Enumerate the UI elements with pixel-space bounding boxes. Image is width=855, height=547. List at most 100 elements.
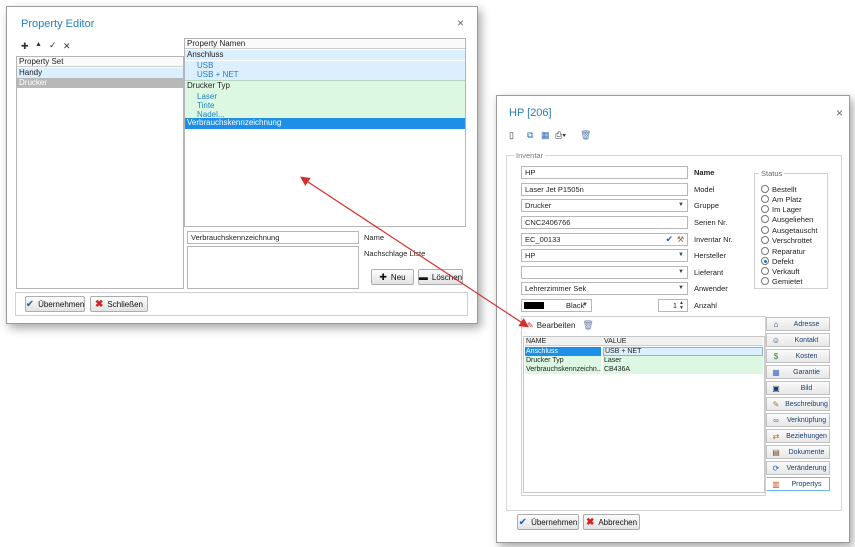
color-select[interactable]: Black ▼ <box>521 299 592 312</box>
tree-item[interactable]: USB + NET <box>185 70 465 80</box>
status-option[interactable]: Im Lager <box>761 204 802 214</box>
status-option[interactable]: Reparatur <box>761 246 805 256</box>
property-grid[interactable]: NAME VALUE Anschluss USB + NET Drucker T… <box>523 336 765 493</box>
status-option-label: Defekt <box>772 256 794 266</box>
cancel-button[interactable]: ✖ Abbrechen <box>583 514 640 530</box>
gruppe-value: Drucker <box>525 201 552 210</box>
list-item[interactable]: Handy <box>17 68 183 78</box>
anwender-select[interactable]: Lehrerzimmer Sek ▼ <box>521 282 688 295</box>
apply-button-label: Übernehmen <box>531 517 578 527</box>
print-icon[interactable]: ⎙▾ <box>555 130 566 141</box>
delete-button[interactable]: ▬ Löschen <box>418 269 463 285</box>
tab-veraenderung[interactable]: ⟳ Veränderung <box>766 461 830 475</box>
check-icon[interactable]: ✔ <box>665 234 673 245</box>
property-names-tree[interactable]: Property Namen Anschluss USB USB + NET D… <box>184 38 466 227</box>
grid-icon[interactable]: ▦ <box>541 130 550 141</box>
property-set-list[interactable]: Property Set Handy Drucker <box>16 56 184 289</box>
tab-label: Adresse <box>793 320 820 328</box>
up-arrow-icon[interactable]: ▲ <box>35 41 42 48</box>
grid-cell-value[interactable]: USB + NET <box>603 347 763 356</box>
table-row[interactable]: Drucker Typ Laser <box>525 356 763 365</box>
status-option-label: Bestellt <box>772 184 797 194</box>
remove-icon[interactable]: ✕ <box>63 41 71 52</box>
status-option[interactable]: Ausgeliehen <box>761 214 813 224</box>
tab-beziehungen[interactable]: ⇄ Beziehungen <box>766 429 830 443</box>
tab-adresse[interactable]: ⌂ Adresse <box>766 317 830 331</box>
suggest-list[interactable] <box>187 246 359 289</box>
chevron-down-icon: ▼ <box>678 252 684 258</box>
inventar-group-label: Inventar <box>514 151 546 160</box>
close-button[interactable]: ✖ Schließen <box>90 296 148 312</box>
lieferant-select[interactable]: ▼ <box>521 266 688 279</box>
add-icon[interactable]: ✚ <box>21 41 29 52</box>
anwender-label: Anwender <box>694 284 728 293</box>
apply-button[interactable]: ✔ Übernehmen <box>517 514 579 530</box>
copy-icon[interactable]: ⧉ <box>527 130 533 141</box>
tab-propertys[interactable]: ▥ Propertys <box>766 477 830 491</box>
property-set-header: Property Set <box>17 57 183 67</box>
status-option[interactable]: Bestellt <box>761 184 797 194</box>
status-option[interactable]: Verkauft <box>761 266 800 276</box>
property-names-header: Property Namen <box>185 39 465 49</box>
tab-label: Propertys <box>791 480 822 488</box>
list-item[interactable]: Drucker <box>17 78 183 88</box>
stepper-icon[interactable]: ▲ ▼ <box>679 301 684 311</box>
inventar-field[interactable]: EC_00133 ✔ ⚒ <box>521 233 688 246</box>
hersteller-label: Hersteller <box>694 251 727 260</box>
trash-icon[interactable]: 🗑 <box>580 130 591 141</box>
status-option[interactable]: Verschrottet <box>761 235 812 245</box>
tree-group[interactable]: Anschluss <box>185 50 465 60</box>
radio-icon <box>761 195 769 203</box>
table-row[interactable]: Verbrauchskennzeichn... CB436A <box>525 365 763 374</box>
grid-cell-name: Drucker Typ <box>525 356 601 365</box>
tab-label: Bild <box>800 384 813 392</box>
status-option-selected[interactable]: Defekt <box>761 256 794 266</box>
tab-garantie[interactable]: ▦ Garantie <box>766 365 830 379</box>
tree-group[interactable]: Drucker Typ <box>185 80 465 92</box>
status-option[interactable]: Gemietet <box>761 276 802 286</box>
trash-icon[interactable]: 🗑 <box>582 320 593 331</box>
edit-label: Bearbeiten <box>536 321 576 330</box>
tab-beschreibung[interactable]: ✎ Beschreibung <box>766 397 830 411</box>
grid-cell-value[interactable]: CB436A <box>603 365 763 374</box>
anzahl-stepper[interactable]: 1 ▲ ▼ <box>658 299 688 312</box>
edit-link[interactable]: ✎ Bearbeiten 🗑 <box>527 320 594 331</box>
gruppe-select[interactable]: Drucker ▼ <box>521 199 688 212</box>
hersteller-select[interactable]: HP ▼ <box>521 249 688 262</box>
tab-verknuepfung[interactable]: ∞ Verknüpfung <box>766 413 830 427</box>
radio-icon <box>761 226 769 234</box>
cancel-button-label: Abbrechen <box>598 517 638 527</box>
wand-icon[interactable]: ⚒ <box>677 234 684 245</box>
tab-dokumente[interactable]: ▤ Dokumente <box>766 445 830 459</box>
tree-group-selected[interactable]: Verbrauchskennzeichnung <box>185 118 465 129</box>
anwender-value: Lehrerzimmer Sek <box>525 284 587 293</box>
new-document-icon[interactable]: ▯ <box>509 130 514 141</box>
tab-bild[interactable]: ▣ Bild <box>766 381 830 395</box>
serien-field[interactable]: CNC2406766 <box>521 216 688 229</box>
status-option[interactable]: Am Platz <box>761 194 802 204</box>
documents-icon: ▤ <box>772 447 780 457</box>
status-option[interactable]: Ausgetauscht <box>761 225 817 235</box>
apply-button[interactable]: ✔ Übernehmen <box>25 296 85 312</box>
check-icon: ✔ <box>518 516 528 528</box>
model-field[interactable]: Laser Jet P1505n <box>521 183 688 196</box>
serien-label: Serien Nr. <box>694 218 728 227</box>
status-option-label: Im Lager <box>772 204 802 214</box>
new-button[interactable]: ✚ Neu <box>371 269 414 285</box>
name-field[interactable]: HP <box>521 166 688 179</box>
chevron-down-icon: ▼ <box>678 202 684 208</box>
table-row[interactable]: Anschluss USB + NET <box>525 347 763 356</box>
grid-cell-value[interactable]: Laser <box>603 356 763 365</box>
close-icon[interactable]: × <box>457 16 464 30</box>
grid-header-value: VALUE <box>604 338 627 345</box>
grid-header-row: NAME VALUE <box>525 337 763 346</box>
check-icon[interactable]: ✓ <box>49 40 57 51</box>
name-input[interactable]: Verbrauchskennzeichnung <box>187 231 359 244</box>
tab-kosten[interactable]: $ Kosten <box>766 349 830 363</box>
tab-kontakt[interactable]: ☺ Kontakt <box>766 333 830 347</box>
radio-icon <box>761 236 769 244</box>
image-icon: ▣ <box>772 383 780 393</box>
inventar-label: Inventar Nr. <box>694 235 733 244</box>
chevron-down-icon: ▼ <box>678 285 684 291</box>
close-icon[interactable]: × <box>836 106 843 120</box>
